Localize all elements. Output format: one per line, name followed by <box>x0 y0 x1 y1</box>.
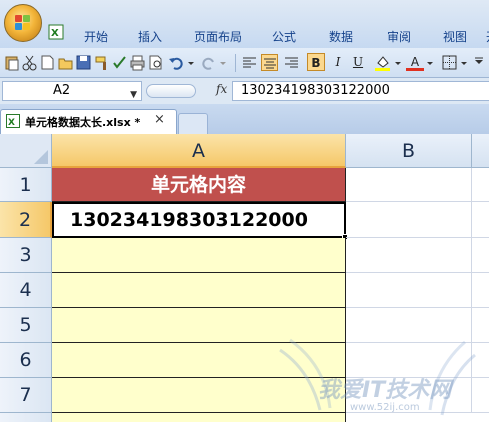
redo-icon[interactable] <box>200 54 217 71</box>
cell-c3[interactable] <box>472 238 489 273</box>
cell-c6[interactable] <box>472 343 489 378</box>
cell-a3[interactable] <box>52 238 346 273</box>
fill-color-icon[interactable] <box>374 54 391 71</box>
document-tab-label: 单元格数据太长.xlsx * <box>25 116 141 129</box>
italic-icon[interactable]: I <box>329 53 347 71</box>
bold-icon[interactable]: B <box>307 53 325 71</box>
excel-file-icon: X <box>6 114 20 128</box>
document-tab-strip: X 单元格数据太长.xlsx * × <box>0 104 489 134</box>
ribbon-tab-row: X 开始 插入 页面布局 公式 数据 审阅 视图 开 <box>0 0 489 48</box>
underline-icon[interactable]: U <box>349 53 367 71</box>
new-icon[interactable] <box>39 54 56 71</box>
cell-a5[interactable] <box>52 308 346 343</box>
undo-dropdown-icon[interactable] <box>186 54 196 71</box>
spell-check-icon[interactable] <box>111 54 128 71</box>
watermark-text: 我爱IT技术网 <box>318 378 452 403</box>
borders-icon[interactable] <box>441 54 458 71</box>
cell-b2[interactable] <box>346 202 472 238</box>
cell-c2[interactable] <box>472 202 489 238</box>
format-painter-icon[interactable] <box>93 54 110 71</box>
name-box[interactable]: A2 ▼ <box>2 81 142 101</box>
tab-page-layout[interactable]: 页面布局 <box>180 28 256 45</box>
name-box-value: A2 <box>53 83 71 98</box>
cell-c1[interactable] <box>472 168 489 202</box>
svg-text:X: X <box>8 118 15 128</box>
borders-dropdown-icon[interactable] <box>459 54 469 71</box>
svg-text:X: X <box>51 28 59 39</box>
toolbar-more-icon[interactable] <box>472 54 487 71</box>
toolbar: B I U A <box>0 48 489 78</box>
tab-view[interactable]: 视图 <box>428 28 482 45</box>
row-header-5[interactable]: 5 <box>0 308 52 343</box>
cell-a1[interactable]: 单元格内容 <box>52 168 346 202</box>
align-left-icon[interactable] <box>241 54 258 71</box>
excel-app-icon[interactable]: X <box>48 24 64 40</box>
cell-c5[interactable] <box>472 308 489 343</box>
paste-icon[interactable] <box>3 54 20 71</box>
formula-input[interactable]: 130234198303122000 <box>232 81 489 101</box>
row-header-8[interactable] <box>0 413 52 422</box>
print-preview-icon[interactable] <box>147 54 164 71</box>
cell-a7[interactable] <box>52 378 346 413</box>
cell-a6[interactable] <box>52 343 346 378</box>
cell-c7[interactable] <box>472 378 489 413</box>
align-center-icon[interactable] <box>261 54 278 71</box>
redo-dropdown-icon[interactable] <box>218 54 228 71</box>
fill-color-dropdown-icon[interactable] <box>393 54 403 71</box>
chevron-down-icon[interactable]: ▼ <box>130 86 137 104</box>
cell-b5[interactable] <box>346 308 472 343</box>
document-tab[interactable]: X 单元格数据太长.xlsx * × <box>0 109 177 134</box>
column-header-a[interactable]: A <box>52 134 346 168</box>
insert-function-button[interactable]: fx <box>216 82 227 96</box>
undo-icon[interactable] <box>168 54 185 71</box>
close-icon[interactable]: × <box>154 112 165 127</box>
font-color-icon[interactable]: A <box>406 53 424 71</box>
save-icon[interactable] <box>75 54 92 71</box>
cell-a4[interactable] <box>52 273 346 308</box>
align-right-icon[interactable] <box>283 54 300 71</box>
tab-home[interactable]: 开始 <box>72 28 120 45</box>
new-tab-button[interactable] <box>178 113 208 134</box>
cell-a2[interactable]: 130234198303122000 <box>52 202 346 238</box>
office-button[interactable] <box>4 4 42 42</box>
formula-bar-resize-handle[interactable] <box>146 84 196 98</box>
cell-b4[interactable] <box>346 273 472 308</box>
font-color-dropdown-icon[interactable] <box>425 54 435 71</box>
row-header-1[interactable]: 1 <box>0 168 52 202</box>
select-all-button[interactable] <box>0 134 52 168</box>
tab-data[interactable]: 数据 <box>312 28 370 45</box>
column-header-b[interactable]: B <box>346 134 472 168</box>
select-all-triangle-icon <box>34 150 48 164</box>
cell-b3[interactable] <box>346 238 472 273</box>
office-logo-icon <box>15 15 31 31</box>
watermark-url: www.52ij.com <box>350 402 420 413</box>
open-icon[interactable] <box>57 54 74 71</box>
row-header-6[interactable]: 6 <box>0 343 52 378</box>
cell-c4[interactable] <box>472 273 489 308</box>
row-header-4[interactable]: 4 <box>0 273 52 308</box>
tab-review[interactable]: 审阅 <box>370 28 428 45</box>
row-header-2[interactable]: 2 <box>0 202 52 238</box>
column-header-c[interactable] <box>472 134 489 168</box>
ribbon-tabs: 开始 插入 页面布局 公式 数据 审阅 视图 开 <box>72 28 489 45</box>
formula-bar: A2 ▼ fx 130234198303122000 <box>0 78 489 104</box>
cell-a8[interactable] <box>52 413 346 422</box>
cut-icon[interactable] <box>21 54 38 71</box>
row-header-7[interactable]: 7 <box>0 378 52 413</box>
print-icon[interactable] <box>129 54 146 71</box>
toolbar-separator <box>235 54 236 72</box>
cell-b1[interactable] <box>346 168 472 202</box>
tab-insert[interactable]: 插入 <box>120 28 180 45</box>
tab-developer[interactable]: 开 <box>482 28 489 45</box>
row-header-3[interactable]: 3 <box>0 238 52 273</box>
tab-formulas[interactable]: 公式 <box>256 28 312 45</box>
